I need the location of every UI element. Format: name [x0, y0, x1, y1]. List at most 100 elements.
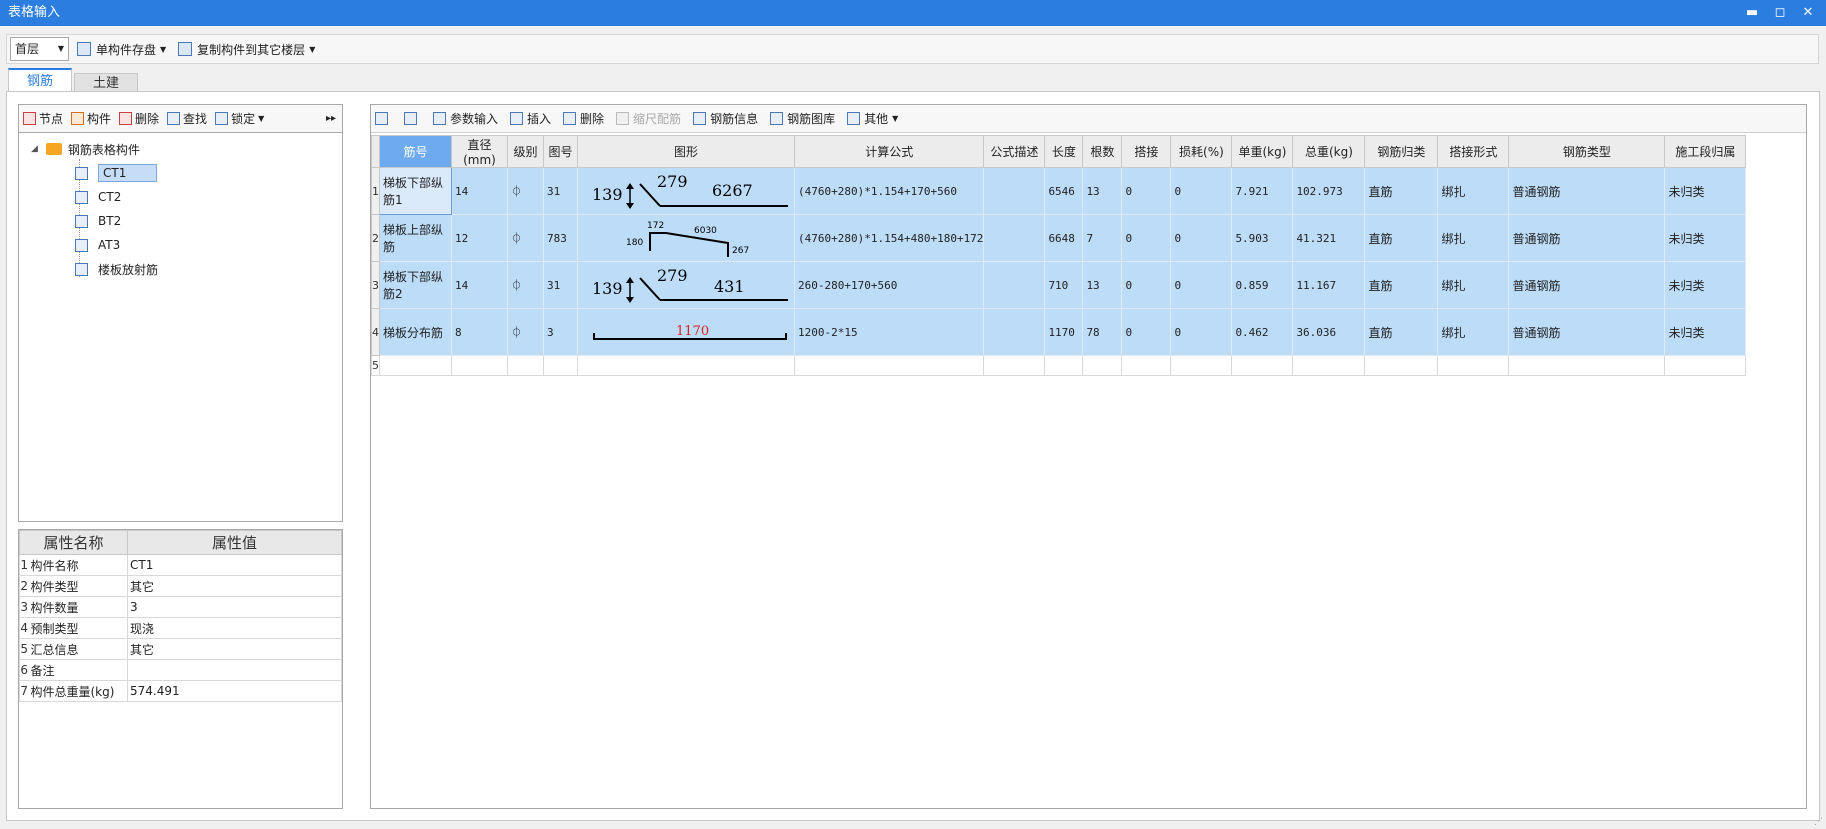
total-weight-cell[interactable]: 11.167: [1292, 261, 1366, 309]
bar-name-cell[interactable]: 梯板分布筋: [379, 308, 452, 356]
row-number[interactable]: 5: [371, 355, 380, 376]
table-row-empty[interactable]: 5: [371, 355, 1747, 376]
row-number[interactable]: 2: [371, 214, 380, 262]
empty-cell[interactable]: [451, 355, 508, 376]
other-button[interactable]: 其他 ▼: [847, 110, 898, 127]
grade-cell[interactable]: ⏀: [507, 214, 544, 262]
empty-cell[interactable]: [543, 355, 578, 376]
property-value[interactable]: 其它: [127, 575, 342, 597]
total-weight-cell[interactable]: 102.973: [1292, 167, 1366, 215]
scale-rebar-button[interactable]: 缩尺配筋: [616, 110, 681, 127]
header-unit-weight[interactable]: 单重(kg): [1231, 135, 1294, 168]
segment-cell[interactable]: 未归类: [1664, 261, 1747, 309]
figure-cell[interactable]: 139 279 6267: [577, 167, 795, 215]
figure-cell[interactable]: 180 172 6030 267: [577, 214, 795, 262]
empty-cell[interactable]: [1508, 355, 1666, 376]
figure-no-cell[interactable]: 31: [543, 261, 578, 309]
tab-civil[interactable]: 土建: [74, 73, 139, 92]
total-weight-cell[interactable]: 41.321: [1292, 214, 1366, 262]
loss-cell[interactable]: 0: [1170, 308, 1233, 356]
lap-cell[interactable]: 0: [1121, 261, 1172, 309]
row-number[interactable]: 4: [371, 308, 380, 356]
copy-to-floor-button[interactable]: 复制构件到其它楼层 ▼: [178, 41, 315, 58]
empty-cell[interactable]: [1044, 355, 1084, 376]
formula-desc-cell[interactable]: [983, 261, 1046, 309]
unit-weight-cell[interactable]: 0.859: [1231, 261, 1294, 309]
header-length[interactable]: 长度: [1044, 135, 1084, 168]
rebar-class-cell[interactable]: 直筋: [1364, 167, 1439, 215]
formula-cell[interactable]: 1200-2*15: [793, 308, 985, 356]
lap-form-cell[interactable]: 绑扎: [1437, 308, 1510, 356]
lap-cell[interactable]: 0: [1121, 308, 1172, 356]
count-cell[interactable]: 13: [1082, 261, 1123, 309]
length-cell[interactable]: 6648: [1044, 214, 1084, 262]
find-button[interactable]: 查找: [167, 110, 207, 127]
figure-no-cell[interactable]: 783: [543, 214, 578, 262]
tree-item-radial-rebar[interactable]: 楼板放射筋: [19, 257, 342, 281]
rebar-type-cell[interactable]: 普通钢筋: [1508, 261, 1666, 309]
property-value[interactable]: 3: [127, 596, 342, 618]
diameter-cell[interactable]: 8: [451, 308, 508, 356]
length-cell[interactable]: 6546: [1044, 167, 1084, 215]
tree-item-bt2[interactable]: BT2: [19, 209, 342, 233]
table-row[interactable]: 2 梯板上部纵筋 12 ⏀ 783 180 172 6030 267 (4760…: [371, 214, 1747, 262]
rebar-type-cell[interactable]: 普通钢筋: [1508, 308, 1666, 356]
header-bar-no[interactable]: 筋号: [379, 135, 452, 168]
rebar-type-cell[interactable]: 普通钢筋: [1508, 167, 1666, 215]
bar-name-cell[interactable]: 梯板下部纵筋2: [379, 261, 452, 309]
empty-cell[interactable]: [507, 355, 544, 376]
tree-item-at3[interactable]: AT3: [19, 233, 342, 257]
header-lap-form[interactable]: 搭接形式: [1437, 135, 1510, 168]
empty-cell[interactable]: [793, 355, 985, 376]
header-rebar-class[interactable]: 钢筋归类: [1364, 135, 1439, 168]
property-value[interactable]: 574.491: [127, 680, 342, 702]
header-segment[interactable]: 施工段归属: [1664, 135, 1747, 168]
loss-cell[interactable]: 0: [1170, 261, 1233, 309]
grade-cell[interactable]: ⏀: [507, 308, 544, 356]
header-figure[interactable]: 图形: [577, 135, 795, 168]
close-button[interactable]: ✕: [1794, 0, 1822, 26]
grade-cell[interactable]: ⏀: [507, 167, 544, 215]
formula-cell[interactable]: (4760+280)*1.154+480+180+172: [793, 214, 985, 262]
header-formula-desc[interactable]: 公式描述: [983, 135, 1046, 168]
empty-cell[interactable]: [1664, 355, 1747, 376]
figure-cell[interactable]: 1170: [577, 308, 795, 356]
expand-toolbar-icon[interactable]: ▸▸: [326, 113, 336, 124]
header-lap[interactable]: 搭接: [1121, 135, 1172, 168]
header-rebar-type[interactable]: 钢筋类型: [1508, 135, 1666, 168]
formula-cell[interactable]: (4760+280)*1.154+170+560: [793, 167, 985, 215]
diameter-cell[interactable]: 14: [451, 167, 508, 215]
delete-component-button[interactable]: 删除: [119, 110, 159, 127]
empty-cell[interactable]: [983, 355, 1046, 376]
row-number[interactable]: 3: [371, 261, 380, 309]
maximize-button[interactable]: ◻: [1766, 0, 1794, 26]
param-input-button[interactable]: 参数输入: [433, 110, 498, 127]
diameter-cell[interactable]: 12: [451, 214, 508, 262]
formula-desc-cell[interactable]: [983, 308, 1046, 356]
segment-cell[interactable]: 未归类: [1664, 214, 1747, 262]
rebar-type-cell[interactable]: 普通钢筋: [1508, 214, 1666, 262]
empty-cell[interactable]: [1364, 355, 1439, 376]
empty-cell[interactable]: [1121, 355, 1172, 376]
lap-cell[interactable]: 0: [1121, 214, 1172, 262]
header-formula[interactable]: 计算公式: [793, 135, 985, 168]
unit-weight-cell[interactable]: 0.462: [1231, 308, 1294, 356]
table-row[interactable]: 1 梯板下部纵筋1 14 ⏀ 31 139 279 6267 (4760+280…: [371, 167, 1747, 215]
header-count[interactable]: 根数: [1082, 135, 1123, 168]
header-loss[interactable]: 损耗(%): [1170, 135, 1233, 168]
segment-cell[interactable]: 未归类: [1664, 167, 1747, 215]
empty-cell[interactable]: [1292, 355, 1366, 376]
length-cell[interactable]: 710: [1044, 261, 1084, 309]
header-grade[interactable]: 级别: [507, 135, 544, 168]
empty-cell[interactable]: [577, 355, 795, 376]
lap-form-cell[interactable]: 绑扎: [1437, 261, 1510, 309]
header-diameter[interactable]: 直径(mm): [451, 135, 508, 168]
unit-weight-cell[interactable]: 5.903: [1231, 214, 1294, 262]
table-row[interactable]: 3 梯板下部纵筋2 14 ⏀ 31 139 279 431 260-280+17…: [371, 261, 1747, 309]
add-component-button[interactable]: 构件: [71, 110, 111, 127]
minimize-button[interactable]: ▬: [1738, 0, 1766, 26]
length-cell[interactable]: 1170: [1044, 308, 1084, 356]
bar-name-cell[interactable]: 梯板下部纵筋1: [379, 167, 452, 215]
move-down-button[interactable]: [404, 112, 421, 125]
insert-button[interactable]: 插入: [510, 110, 551, 127]
